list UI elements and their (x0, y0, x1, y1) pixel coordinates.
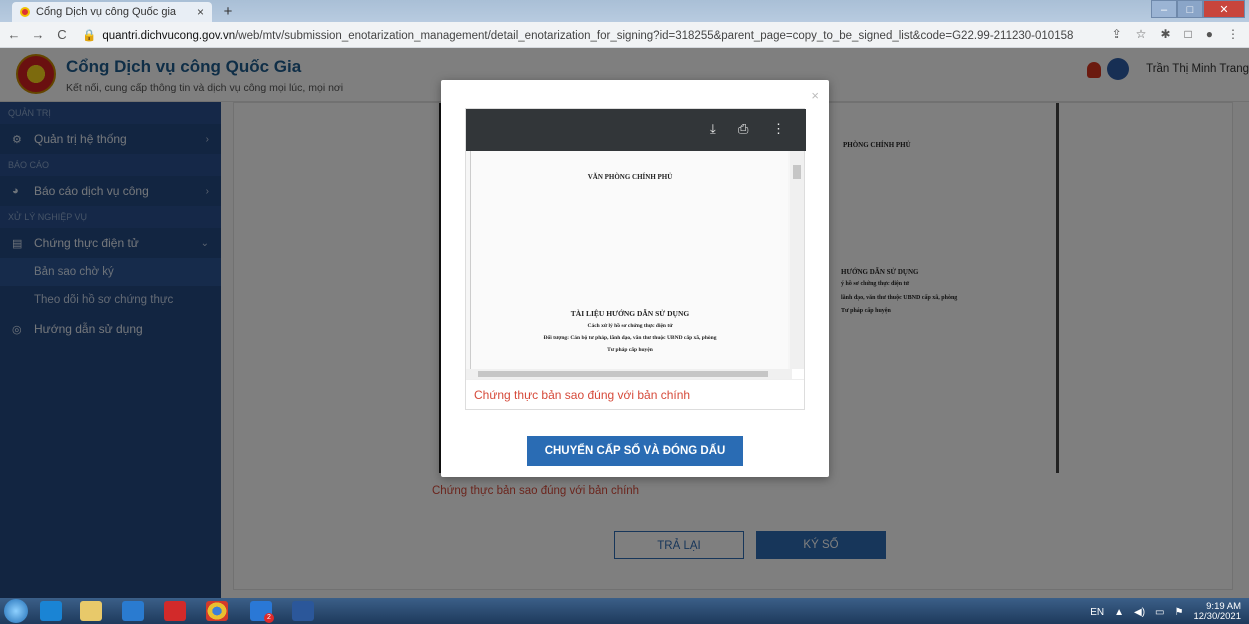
start-button[interactable] (4, 599, 28, 623)
windows-taskbar: 2 EN ▲ ◀) ▭ ⚑ 9:19 AM 12/30/2021 (0, 598, 1249, 624)
site-favicon-icon (20, 7, 30, 17)
language-indicator[interactable]: EN (1090, 607, 1104, 618)
signing-modal: × ⤓ ⎙ ⋮ VĂN PHÒNG CHÍNH PHỦ TÀI LIỆU HƯỚ… (441, 80, 829, 477)
download-icon[interactable]: ⤓ (710, 121, 716, 137)
url-path: /web/mtv/submission_enotarization_manage… (235, 29, 1074, 42)
network-icon[interactable]: ▭ (1155, 607, 1164, 618)
modal-close-icon[interactable]: × (811, 88, 819, 103)
share-icon[interactable]: ⇪ (1112, 27, 1122, 41)
doc-line1: Cách xử lý hồ sơ chứng thực điện tử (587, 323, 673, 329)
clock-date: 12/30/2021 (1193, 611, 1241, 622)
assign-number-and-stamp-button[interactable]: CHUYỂN CẤP SỐ VÀ ĐÓNG DẤU (527, 436, 743, 466)
forward-icon[interactable]: → (28, 27, 48, 42)
horizontal-scrollbar[interactable] (466, 369, 792, 379)
minimize-button[interactable]: – (1151, 0, 1177, 18)
tab-close-icon[interactable]: × (197, 5, 204, 19)
tray-expand-icon[interactable]: ▲ (1114, 607, 1124, 618)
screen: Cổng Dịch vụ công Quốc gia × + – □ ✕ ← →… (0, 0, 1249, 624)
pdf-page: VĂN PHÒNG CHÍNH PHỦ TÀI LIỆU HƯỚNG DẪN S… (466, 151, 792, 369)
clock[interactable]: 9:19 AM 12/30/2021 (1193, 602, 1241, 622)
browser-tab-strip: Cổng Dịch vụ công Quốc gia × + – □ ✕ (0, 0, 1249, 22)
file-explorer-icon[interactable] (80, 601, 102, 621)
maximize-button[interactable]: □ (1177, 0, 1203, 18)
back-icon[interactable]: ← (4, 27, 24, 42)
print-icon[interactable]: ⎙ (738, 121, 748, 137)
vertical-scrollbar[interactable] (790, 151, 804, 369)
doc-line3: Tư pháp cấp huyện (607, 347, 653, 353)
certification-caption: Chứng thực bản sao đúng với bản chính (466, 379, 804, 409)
more-options-icon[interactable]: ⋮ (772, 121, 785, 137)
word-icon[interactable] (292, 601, 314, 621)
volume-icon[interactable]: ◀) (1134, 607, 1145, 618)
action-center-icon[interactable]: ⚑ (1174, 607, 1183, 618)
address-bar: ← → C 🔒 quantri.dichvucong.gov.vn/web/mtv… (0, 22, 1249, 48)
close-window-button[interactable]: ✕ (1203, 0, 1245, 18)
media-player-icon[interactable] (122, 601, 144, 621)
profile-icon[interactable]: ● (1206, 27, 1213, 41)
more-menu-icon[interactable]: ⋮ (1227, 27, 1239, 41)
acrobat-reader-icon[interactable] (164, 601, 186, 621)
reload-icon[interactable]: C (52, 27, 72, 42)
scanned-page: VĂN PHÒNG CHÍNH PHỦ TÀI LIỆU HƯỚNG DẪN S… (470, 151, 788, 369)
pdf-viewer: ⤓ ⎙ ⋮ VĂN PHÒNG CHÍNH PHỦ TÀI LIỆU HƯỚNG… (465, 108, 806, 410)
scroll-thumb[interactable] (793, 165, 801, 179)
browser-tab[interactable]: Cổng Dịch vụ công Quốc gia × (12, 2, 212, 22)
url-host: quantri.dichvucong.gov.vn (102, 29, 236, 42)
pdf-toolbar: ⤓ ⎙ ⋮ (466, 109, 806, 151)
scroll-thumb[interactable] (478, 371, 768, 377)
system-tray: EN ▲ ◀) ▭ ⚑ 9:19 AM 12/30/2021 (1090, 602, 1241, 622)
tab-search-icon[interactable]: □ (1185, 27, 1192, 41)
zalo-icon[interactable]: 2 (250, 601, 274, 623)
internet-explorer-icon[interactable] (40, 601, 62, 621)
doc-org: VĂN PHÒNG CHÍNH PHỦ (587, 173, 673, 181)
doc-title: TÀI LIỆU HƯỚNG DẪN SỬ DỤNG (570, 309, 690, 318)
new-tab-button[interactable]: + (220, 4, 236, 20)
url-field[interactable]: 🔒 quantri.dichvucong.gov.vn/web/mtv/submi… (82, 28, 1073, 42)
zalo-badge: 2 (264, 613, 274, 623)
chrome-icon[interactable] (206, 601, 228, 621)
lock-icon: 🔒 (82, 29, 97, 42)
tab-title: Cổng Dịch vụ công Quốc gia (36, 6, 177, 18)
doc-line2: Đối tượng: Cán bộ tư pháp, lãnh đạo, văn… (543, 335, 717, 341)
browser-toolbar-icons: ⇪ ☆ ✱ □ ● ⋮ (1112, 27, 1239, 41)
extensions-icon[interactable]: ✱ (1160, 27, 1170, 41)
bookmark-star-icon[interactable]: ☆ (1136, 27, 1147, 41)
window-controls: – □ ✕ (1151, 0, 1245, 18)
